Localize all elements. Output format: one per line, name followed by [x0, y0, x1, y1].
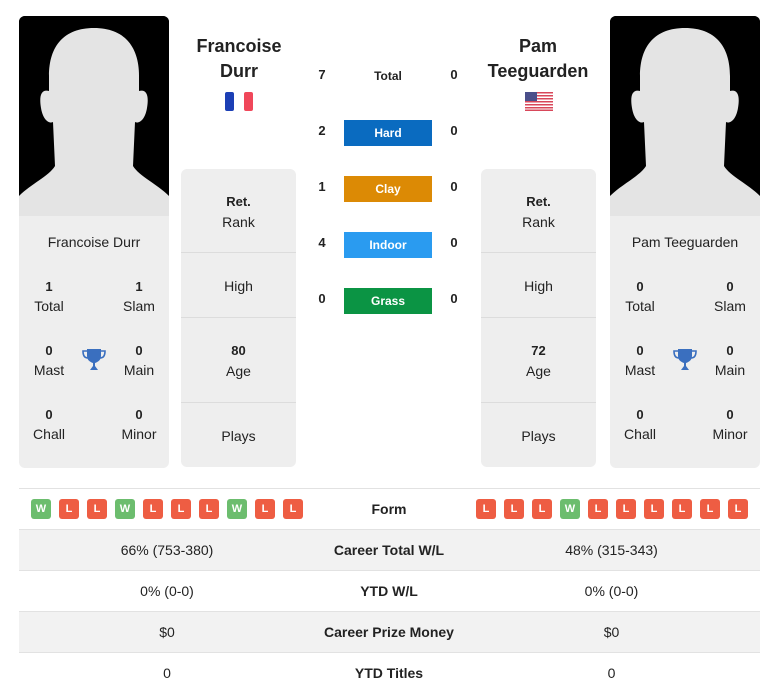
- player1-rank-card: Ret. Rank High 80 Age Plays: [181, 169, 296, 467]
- silhouette-icon: [610, 16, 760, 216]
- player2-age: 72 Age: [481, 318, 596, 403]
- form-badge-loss[interactable]: L: [59, 499, 79, 519]
- player1-rank: Ret. Rank: [181, 169, 296, 253]
- player1-photo[interactable]: [19, 16, 169, 216]
- player2-ytd-titles: 0: [607, 665, 616, 681]
- h2h-indoor-p1: 4: [318, 235, 326, 250]
- form-badge-loss[interactable]: L: [532, 499, 552, 519]
- player1-titles-slam: 1 Slam: [123, 279, 155, 314]
- prize-money-label: Career Prize Money: [324, 624, 454, 640]
- player1-prize-money: $0: [159, 624, 175, 640]
- player1-info-card: Francoise Durr 1 Total 1 Slam 0 Mast 0 M…: [19, 216, 169, 468]
- h2h-total-label: Total: [374, 69, 402, 83]
- player1-ytd-titles: 0: [163, 665, 171, 681]
- form-badge-win[interactable]: W: [560, 499, 580, 519]
- player1-ytd-wl: 0% (0-0): [140, 583, 194, 599]
- surface-indoor-badge[interactable]: Indoor: [344, 232, 432, 258]
- player2-name: Pam Teeguarden: [631, 234, 739, 250]
- surface-hard-badge[interactable]: Hard: [344, 120, 432, 146]
- player1-form: WLLWLLLWLL: [19, 489, 315, 529]
- h2h-clay-p2: 0: [450, 179, 458, 194]
- ytd-titles-row: 0 YTD Titles 0: [19, 652, 760, 693]
- form-badge-loss[interactable]: L: [87, 499, 107, 519]
- form-badge-loss[interactable]: L: [672, 499, 692, 519]
- surface-grass-badge[interactable]: Grass: [344, 288, 432, 314]
- player2-titles-main: 0 Main: [714, 343, 746, 378]
- trophy-icon: [81, 346, 107, 372]
- form-badge-loss[interactable]: L: [199, 499, 219, 519]
- player2-high: High: [481, 253, 596, 318]
- france-flag-icon: [225, 92, 253, 116]
- form-badge-win[interactable]: W: [115, 499, 135, 519]
- player1-name: Francoise Durr: [47, 234, 141, 250]
- form-badge-loss[interactable]: L: [504, 499, 524, 519]
- form-label: Form: [371, 501, 407, 517]
- player2-career-wl: 48% (315-343): [565, 542, 658, 558]
- player2-titles-slam: 0 Slam: [714, 279, 746, 314]
- h2h-hard-p2: 0: [450, 123, 458, 138]
- player2-rank-card: Ret. Rank High 72 Age Plays: [481, 169, 596, 467]
- prize-money-row: $0 Career Prize Money $0: [19, 611, 760, 652]
- form-badge-loss[interactable]: L: [644, 499, 664, 519]
- player2-form: LLLWLLLLLL: [463, 489, 760, 529]
- form-badge-loss[interactable]: L: [255, 499, 275, 519]
- form-badge-loss[interactable]: L: [171, 499, 191, 519]
- player1-titles-chall: 0 Chall: [33, 407, 65, 442]
- ytd-wl-label: YTD W/L: [360, 583, 418, 599]
- ytd-wl-row: 0% (0-0) YTD W/L 0% (0-0): [19, 570, 760, 611]
- h2h-grass-p2: 0: [450, 291, 458, 306]
- player2-header-name[interactable]: Pam Teeguarden: [463, 34, 613, 84]
- career-wl-row: 66% (753-380) Career Total W/L 48% (315-…: [19, 529, 760, 570]
- player2-titles-minor: 0 Minor: [712, 407, 748, 442]
- h2h-total-p1: 7: [318, 67, 326, 82]
- player1-form-badges: WLLWLLLWLL: [19, 489, 315, 529]
- player2-ytd-wl: 0% (0-0): [584, 583, 639, 599]
- player1-career-wl: 66% (753-380): [120, 542, 214, 558]
- form-row: WLLWLLLWLL Form LLLWLLLLLL: [19, 488, 760, 529]
- h2h-clay-p1: 1: [318, 179, 326, 194]
- form-badge-win[interactable]: W: [227, 499, 247, 519]
- surface-clay-badge[interactable]: Clay: [344, 176, 432, 202]
- player1-high: High: [181, 253, 296, 318]
- player2-plays: Plays: [521, 428, 556, 444]
- player2-titles-total: 0 Total: [625, 279, 655, 314]
- career-wl-label: Career Total W/L: [333, 542, 445, 558]
- player1-titles-mast: 0 Mast: [33, 343, 65, 378]
- silhouette-icon: [19, 16, 169, 216]
- player1-header-name[interactable]: Francoise Durr: [164, 34, 314, 84]
- player2-prize-money: $0: [603, 624, 620, 640]
- player2-photo[interactable]: [610, 16, 760, 216]
- player2-form-badges: LLLWLLLLLL: [463, 489, 760, 529]
- form-badge-loss[interactable]: L: [700, 499, 720, 519]
- form-badge-loss[interactable]: L: [616, 499, 636, 519]
- trophy-icon: [672, 346, 698, 372]
- h2h-total-p2: 0: [450, 67, 458, 82]
- form-badge-loss[interactable]: L: [476, 499, 496, 519]
- form-badge-loss[interactable]: L: [728, 499, 748, 519]
- form-badge-win[interactable]: W: [31, 499, 51, 519]
- comparison-table: WLLWLLLWLL Form LLLWLLLLLL 66% (753-380)…: [19, 488, 760, 693]
- form-badge-loss[interactable]: L: [588, 499, 608, 519]
- player1-age: 80 Age: [181, 318, 296, 403]
- player2-titles-chall: 0 Chall: [624, 407, 656, 442]
- player1-titles-minor: 0 Minor: [121, 407, 157, 442]
- form-badge-loss[interactable]: L: [143, 499, 163, 519]
- player2-titles-mast: 0 Mast: [624, 343, 656, 378]
- h2h-hard-p1: 2: [318, 123, 326, 138]
- form-badge-loss[interactable]: L: [283, 499, 303, 519]
- h2h-indoor-p2: 0: [450, 235, 458, 250]
- usa-flag-icon: [525, 92, 553, 116]
- player1-titles-total: 1 Total: [34, 279, 64, 314]
- ytd-titles-label: YTD Titles: [354, 665, 424, 681]
- h2h-grass-p1: 0: [318, 291, 326, 306]
- player2-rank: Ret. Rank: [481, 169, 596, 253]
- player1-titles-main: 0 Main: [123, 343, 155, 378]
- player1-plays: Plays: [221, 428, 256, 444]
- player2-info-card: Pam Teeguarden 0 Total 0 Slam 0 Mast 0 M…: [610, 216, 760, 468]
